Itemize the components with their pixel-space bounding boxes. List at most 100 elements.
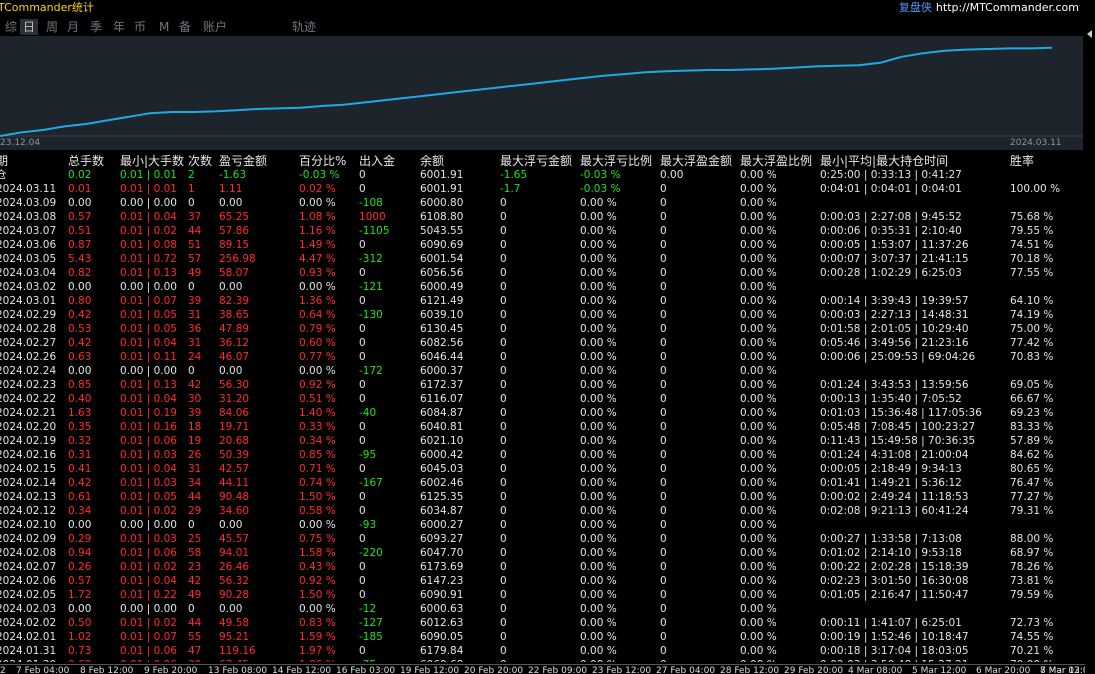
tab-3[interactable]: 月	[64, 19, 82, 35]
cell-date: 2024.02.22	[0, 393, 57, 405]
cell-flow: -127	[359, 617, 383, 629]
cell-minmax: 0.00 | 0.00	[120, 281, 177, 293]
cell-date: 仓	[0, 169, 7, 181]
table-row[interactable]: 2024.02.14 0.42 0.01 | 0.03 34 44.11 0.74 % -1…	[0, 476, 1085, 490]
table-row[interactable]: 2024.03.11 0.01 0.01 | 0.01 1 1.11 0.02 % 0 600…	[0, 182, 1085, 196]
table-row[interactable]: 2024.02.19 0.32 0.01 | 0.06 19 20.68 0.34 % 0 6…	[0, 434, 1085, 448]
column-header[interactable]: 胜率	[1010, 152, 1034, 169]
column-header[interactable]: 余额	[420, 152, 444, 169]
table-row[interactable]: 2024.02.16 0.31 0.01 | 0.03 26 50.39 0.85 % -9…	[0, 448, 1085, 462]
column-header[interactable]: 次数	[188, 152, 212, 169]
table-row[interactable]: 2024.01.30 0.60 0.01 | 0.06 30 63.45 1.06 % -7…	[0, 658, 1085, 662]
cell-balance: 6040.81	[420, 421, 464, 433]
table-row[interactable]: 2024.03.04 0.82 0.01 | 0.13 49 58.07 0.93 % 0 6…	[0, 266, 1085, 280]
table-row[interactable]: 2024.03.07 0.51 0.01 | 0.02 44 57.86 1.16 % -1…	[0, 224, 1085, 238]
cell-pnl: 42.57	[219, 463, 250, 475]
table-row[interactable]: 2024.02.13 0.61 0.01 | 0.05 44 90.48 1.50 % 0 6…	[0, 490, 1085, 504]
table-row[interactable]: 2024.02.12 0.34 0.01 | 0.02 29 34.60 0.58 % 0 6…	[0, 504, 1085, 518]
collapse-arrow-icon[interactable]	[1087, 30, 1092, 38]
cell-flow: 0	[359, 435, 366, 447]
right-scrollbar[interactable]	[1085, 0, 1095, 674]
table-row[interactable]: 2024.02.20 0.35 0.01 | 0.16 18 19.71 0.33 % 0 6…	[0, 420, 1085, 434]
table-row[interactable]: 2024.02.26 0.63 0.01 | 0.11 24 46.07 0.77 % 0 6…	[0, 350, 1085, 364]
table-row[interactable]: 2024.02.24 0.00 0.00 | 0.00 0 0.00 0.00 % -172…	[0, 364, 1085, 378]
column-header[interactable]: 最大浮盈比例	[740, 152, 812, 169]
table-row[interactable]: 2024.03.01 0.80 0.01 | 0.07 39 82.39 1.36 % 0 6…	[0, 294, 1085, 308]
table-row[interactable]: 2024.02.23 0.85 0.01 | 0.13 42 56.30 0.92 % 0 6…	[0, 378, 1085, 392]
brand-link[interactable]: 复盘侠 http://MTCommander.com	[899, 0, 1079, 15]
cell-pct: 1.06 %	[299, 658, 336, 662]
cell-maxprofit: 0	[660, 449, 667, 461]
table-row[interactable]: 2024.02.05 1.72 0.01 | 0.22 49 90.28 1.50 % 0 6…	[0, 588, 1085, 602]
column-header[interactable]: 最小|平均|最大持仓时间	[820, 152, 948, 169]
table-row[interactable]: 2024.03.06 0.87 0.01 | 0.08 51 89.15 1.49 % 0 6…	[0, 238, 1085, 252]
cell-flow: 0	[359, 323, 366, 335]
table-row[interactable]: 2024.03.05 5.43 0.01 | 0.72 57 256.98 4.47 % -…	[0, 252, 1085, 266]
column-header[interactable]: 最大浮亏比例	[580, 152, 652, 169]
cell-maxprofit_pct: 0.00 %	[740, 365, 777, 377]
table-row[interactable]: 2024.02.21 1.63 0.01 | 0.19 39 84.06 1.40 % -4…	[0, 406, 1085, 420]
table-row[interactable]: 2024.02.28 0.53 0.01 | 0.05 36 47.89 0.79 % 0 6…	[0, 322, 1085, 336]
table-row[interactable]: 2024.03.09 0.00 0.00 | 0.00 0 0.00 0.00 % -108…	[0, 196, 1085, 210]
table-row[interactable]: 2024.03.02 0.00 0.00 | 0.00 0 0.00 0.00 % -121…	[0, 280, 1085, 294]
cell-date: 2024.03.09	[0, 197, 57, 209]
table-row[interactable]: 2024.02.22 0.40 0.01 | 0.04 30 31.20 0.51 % 0 6…	[0, 392, 1085, 406]
tab-5[interactable]: 年	[110, 19, 128, 35]
cell-date: 2024.02.06	[0, 575, 57, 587]
table-row[interactable]: 2024.02.07 0.26 0.01 | 0.02 23 26.46 0.43 % 0 6…	[0, 560, 1085, 574]
tab-9[interactable]: 账户	[200, 19, 230, 35]
tab-4[interactable]: 季	[87, 19, 105, 35]
cell-maxprofit: 0	[660, 281, 667, 293]
table-row[interactable]: 2024.02.15 0.41 0.01 | 0.04 31 42.57 0.71 % 0 6…	[0, 462, 1085, 476]
table-row[interactable]: 2024.02.02 0.50 0.01 | 0.02 44 49.58 0.83 % -1…	[0, 616, 1085, 630]
tab-7[interactable]: M	[156, 19, 172, 35]
table-row[interactable]: 2024.02.27 0.42 0.01 | 0.04 31 36.12 0.60 % 0 6…	[0, 336, 1085, 350]
cell-maxloss: 0	[500, 197, 507, 209]
cell-minmax: 0.01 | 0.11	[120, 351, 177, 363]
column-header[interactable]: 期	[0, 152, 8, 169]
table-row[interactable]: 仓 0.02 0.01 | 0.01 2 -1.63 -0.03 % 0 6001.91 -1.…	[0, 168, 1085, 182]
tab-1[interactable]: 日	[20, 19, 39, 35]
cell-balance: 6000.49	[420, 281, 464, 293]
table-row[interactable]: 2024.02.09 0.29 0.01 | 0.03 25 45.57 0.75 % 0 6…	[0, 532, 1085, 546]
cell-pnl: 119.16	[219, 645, 256, 657]
column-header[interactable]: 出入金	[359, 152, 395, 169]
cell-hold: 0:00:05 | 2:18:49 | 9:34:13	[820, 463, 962, 475]
cell-maxloss_pct: 0.00 %	[580, 407, 617, 419]
cell-balance: 6090.05	[420, 631, 464, 643]
cell-total: 0.00	[68, 365, 92, 377]
table-row[interactable]: 2024.02.06 0.57 0.01 | 0.04 42 56.32 0.92 % 0 6…	[0, 574, 1085, 588]
brand-url[interactable]: http://MTCommander.com	[936, 1, 1079, 14]
table-row[interactable]: 2024.03.08 0.57 0.01 | 0.04 37 65.25 1.08 % 10…	[0, 210, 1085, 224]
time-axis-label: 9 Feb 20:00	[144, 666, 198, 674]
column-header[interactable]: 最大浮盈金额	[660, 152, 732, 169]
tab-10[interactable]: 轨迹	[289, 19, 319, 35]
cell-maxloss: 0	[500, 309, 507, 321]
column-header[interactable]: 最小|大手数	[120, 152, 184, 169]
column-header[interactable]: 盈亏金额	[219, 152, 267, 169]
cell-maxloss_pct: 0.00 %	[580, 379, 617, 391]
cell-maxloss: 0	[500, 253, 507, 265]
table-row[interactable]: 2024.02.01 1.02 0.01 | 0.07 55 95.21 1.59 % -1…	[0, 630, 1085, 644]
tab-6[interactable]: 币	[131, 19, 149, 35]
column-header[interactable]: 最大浮亏金额	[500, 152, 572, 169]
table-row[interactable]: 2024.02.08 0.94 0.01 | 0.06 58 94.01 1.58 % -2…	[0, 546, 1085, 560]
cell-total: 0.01	[68, 183, 92, 195]
cell-win: 84.62 %	[1010, 449, 1054, 461]
column-header[interactable]: 百分比%	[299, 152, 346, 169]
column-header[interactable]: 总手数	[68, 152, 104, 169]
tab-8[interactable]: 备	[176, 19, 194, 35]
table-row[interactable]: 2024.02.03 0.00 0.00 | 0.00 0 0.00 0.00 % -12 6…	[0, 602, 1085, 616]
table-row[interactable]: 2024.02.10 0.00 0.00 | 0.00 0 0.00 0.00 % -93 6…	[0, 518, 1085, 532]
tab-2[interactable]: 周	[43, 19, 61, 35]
cell-flow: 0	[359, 379, 366, 391]
cell-pnl: 49.58	[219, 617, 250, 629]
tab-0[interactable]: 综	[2, 19, 20, 35]
cell-date: 2024.02.07	[0, 561, 57, 573]
table-row[interactable]: 2024.01.31 0.73 0.01 | 0.06 47 119.16 1.97 % 0…	[0, 644, 1085, 658]
table-row[interactable]: 2024.02.29 0.42 0.01 | 0.05 31 38.65 0.64 % -1…	[0, 308, 1085, 322]
cell-total: 1.63	[68, 407, 92, 419]
cell-maxloss: 0	[500, 603, 507, 615]
cell-maxloss: -1.7	[500, 183, 521, 195]
cell-balance: 6116.07	[420, 393, 464, 405]
